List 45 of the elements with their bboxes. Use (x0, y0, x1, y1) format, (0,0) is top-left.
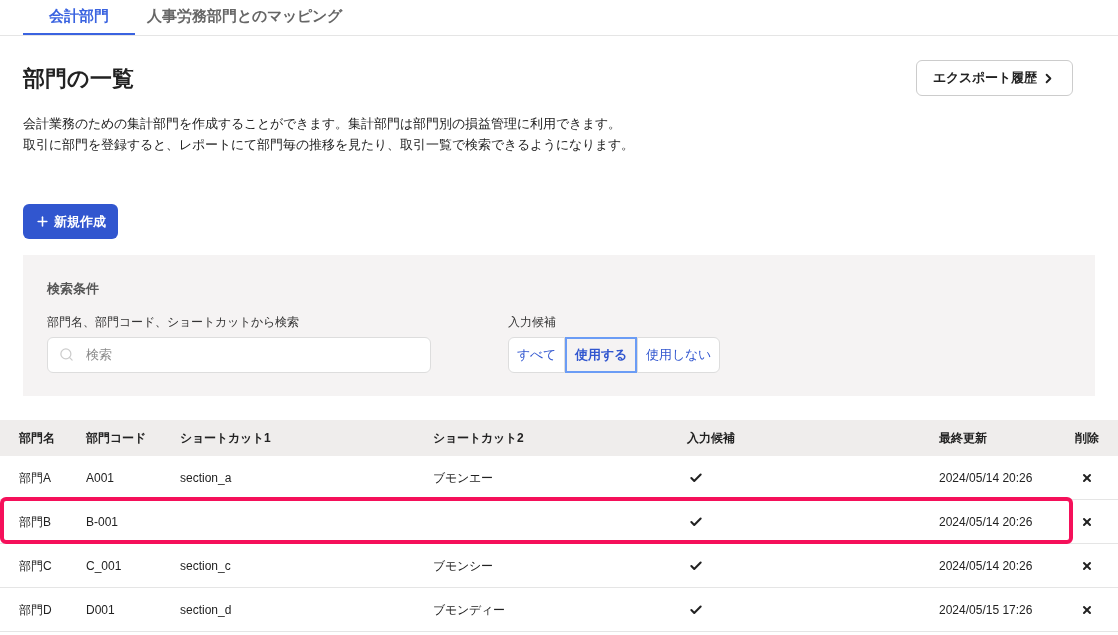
table-cell-text: 部門C (19, 557, 52, 575)
table-cell-text: 2024/05/14 20:26 (939, 513, 1033, 531)
table-cell-text: ブモンエー (433, 469, 493, 487)
table-cell-text: 2024/05/15 17:26 (939, 601, 1033, 619)
search-label: 部門名、部門コード、ショートカットから検索 (47, 313, 300, 331)
delete-icon[interactable] (1081, 515, 1093, 528)
filter-option[interactable]: 使用しない (637, 336, 720, 373)
page-title: 部門の一覧 (23, 64, 134, 93)
table-cell-text: section_c (180, 557, 231, 575)
table-cell-text: C_001 (86, 557, 122, 575)
column-header: 削除 (1074, 430, 1100, 447)
delete-icon[interactable] (1081, 603, 1093, 616)
table-cell-text: 2024/05/14 20:26 (939, 557, 1033, 575)
table-cell-text: 部門D (19, 601, 52, 619)
table-cell-text: section_d (180, 601, 232, 619)
search-panel-title: 検索条件 (47, 280, 100, 298)
column-header: 部門名 (19, 430, 56, 447)
column-header: 最終更新 (939, 430, 988, 447)
description-text: 取引に部門を登録すると、レポートにて部門毎の推移を見たり、取引一覧で検索できるようになります。 (23, 136, 635, 154)
filter-option[interactable]: すべて (508, 336, 565, 373)
search-field[interactable]: 検索 (47, 336, 431, 373)
export-history-button[interactable]: エクスポート履歴 (916, 60, 1073, 96)
table-cell-text: section_a (180, 469, 232, 487)
delete-icon[interactable] (1081, 471, 1093, 484)
table-cell-text: A001 (86, 469, 115, 487)
column-header: ショートカット2 (433, 430, 525, 447)
filter-option[interactable]: 使用する (565, 336, 637, 373)
new-create-button[interactable]: 新規作成 (23, 204, 118, 239)
description-text: 会計業務のための集計部門を作成することができます。集計部門は部門別の損益管理に利用できます。 (23, 115, 622, 133)
table-cell-text: ブモンディー (433, 601, 505, 619)
table-cell-text: 部門A (19, 469, 51, 487)
table-cell-text: B-001 (86, 513, 119, 531)
column-header: 入力候補 (687, 430, 736, 447)
tab[interactable]: 人事労務部門とのマッピング (135, 0, 354, 35)
filter-label: 入力候補 (508, 313, 557, 331)
table-cell-text: 2024/05/14 20:26 (939, 469, 1033, 487)
delete-icon[interactable] (1081, 559, 1093, 572)
tab[interactable]: 会計部門 (23, 0, 135, 35)
table-cell-text: 部門B (19, 513, 51, 531)
search-icon (59, 346, 74, 362)
plus-icon (35, 214, 50, 229)
column-header: ショートカット1 (180, 430, 272, 447)
table-cell-text: D001 (86, 601, 115, 619)
table-cell-text: ブモンシー (433, 557, 493, 575)
column-header: 部門コード (86, 430, 147, 447)
